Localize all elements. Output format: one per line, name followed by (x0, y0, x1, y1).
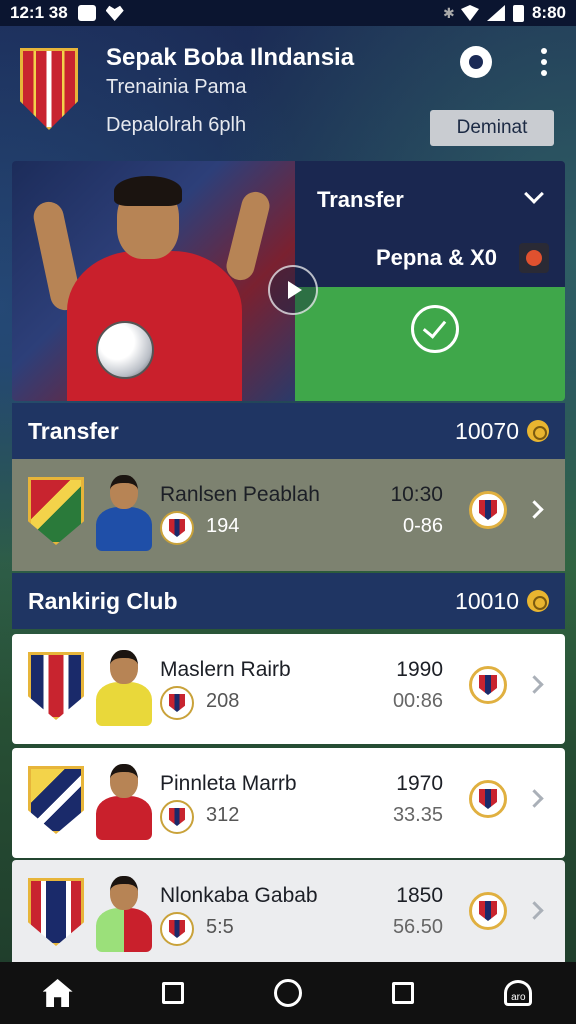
heart-icon (105, 5, 124, 21)
app-subtitle: Trenainia Pama (106, 76, 247, 98)
avatar (96, 650, 152, 726)
player-stat: 194 (206, 515, 240, 537)
club-score-secondary: 00:86 (392, 690, 443, 712)
hero-card: Transfer Pepna & X0 (12, 161, 565, 401)
status-bar: 12:1 38 ✱ 8:80 (0, 0, 576, 26)
club-round-badge-icon (469, 780, 507, 818)
player-score-secondary: 0-86 (402, 515, 443, 537)
record-icon (519, 243, 549, 273)
eye-icon (460, 46, 492, 78)
play-button[interactable] (268, 265, 318, 315)
football-icon (96, 321, 154, 379)
player-photo (12, 161, 295, 401)
profile-icon: aro (504, 980, 533, 1006)
club-stat: 208 (206, 690, 240, 712)
transfer-panel[interactable]: Transfer Pepna & X0 (295, 161, 565, 287)
home-icon (42, 979, 73, 1007)
signal-icon (486, 5, 505, 21)
avatar (96, 876, 152, 952)
club-round-badge-icon (469, 491, 507, 529)
club-stat: 312 (206, 804, 240, 826)
club-crest (28, 878, 84, 946)
club-stat: 5:5 (206, 916, 234, 938)
watch-button[interactable] (460, 46, 492, 78)
more-options-button[interactable] (528, 46, 560, 78)
ranking-row[interactable]: Pinnleta Marrb 312 1970 33.35 (12, 748, 565, 858)
check-circle-icon[interactable] (411, 305, 459, 353)
club-crest (28, 477, 84, 545)
club-score-secondary: 56.50 (392, 916, 443, 938)
nav-square[interactable] (143, 963, 203, 1023)
ranking-section-header: Rankirig Club 10010 (12, 573, 565, 629)
header-action-button[interactable]: Deminat (430, 110, 554, 146)
chevron-right-icon (525, 675, 544, 694)
chevron-right-icon (525, 789, 544, 808)
player-name: Ranlsen Peablah (160, 483, 320, 506)
nav-profile[interactable]: aro (488, 963, 548, 1023)
status-time: 12:1 38 (10, 3, 68, 22)
app-tagline: Depalolrah 6plh (106, 114, 247, 136)
club-badge-icon (160, 511, 194, 545)
app-title: Sepak Boba Ilndansia (106, 44, 355, 71)
avatar (96, 475, 152, 551)
coin-icon (527, 590, 549, 612)
club-logo (20, 48, 78, 130)
nav-circle[interactable] (258, 963, 318, 1023)
section-title: Rankirig Club (28, 587, 178, 614)
transfer-panel-value: Pepna & X0 (375, 245, 497, 270)
transfer-panel-title: Transfer (317, 187, 404, 212)
ranking-row[interactable]: Maslern Rairb 208 1990 00:86 (12, 634, 565, 744)
section-value: 10070 (455, 417, 519, 444)
circle-icon (273, 979, 302, 1007)
club-name: Maslern Rairb (160, 658, 291, 681)
transfer-row[interactable]: Ranlsen Peablah 194 10:30 0-86 (12, 459, 565, 571)
section-title: Transfer (28, 417, 119, 444)
recents-icon (392, 982, 415, 1004)
app-header: Sepak Boba Ilndansia Trenainia Pama Depa… (0, 26, 576, 156)
chevron-down-icon[interactable] (524, 184, 544, 204)
profile-label: aro (511, 992, 526, 1003)
club-crest (28, 766, 84, 834)
nav-home[interactable] (28, 963, 88, 1023)
club-score: 1990 (396, 658, 443, 681)
club-badge-icon (160, 912, 194, 946)
club-score: 1970 (396, 772, 443, 795)
square-icon (161, 982, 184, 1004)
coin-icon (527, 420, 549, 442)
wifi-icon (460, 5, 479, 21)
ranking-row[interactable]: Nlonkaba Gabab 5:5 1850 56.50 (12, 860, 565, 962)
club-name: Pinnleta Marrb (160, 772, 297, 795)
battery-icon (512, 4, 524, 22)
status-clock: 8:80 (531, 3, 566, 22)
club-badge-icon (160, 800, 194, 834)
chevron-right-icon (525, 901, 544, 920)
avatar (96, 764, 152, 840)
bluetooth-icon: ✱ (442, 5, 455, 21)
club-badge-icon (160, 686, 194, 720)
notification-icon (77, 5, 96, 21)
club-crest (28, 652, 84, 720)
club-round-badge-icon (469, 666, 507, 704)
club-round-badge-icon (469, 892, 507, 930)
player-score: 10:30 (390, 483, 443, 506)
bottom-navigation: aro (0, 962, 576, 1024)
more-vertical-icon (541, 48, 547, 76)
confirm-panel[interactable] (295, 287, 565, 401)
club-score-secondary: 33.35 (392, 804, 443, 826)
club-score: 1850 (396, 884, 443, 907)
section-value: 10010 (455, 587, 519, 614)
club-name: Nlonkaba Gabab (160, 884, 318, 907)
nav-recents[interactable] (373, 963, 433, 1023)
transfer-section-header: Transfer 10070 (12, 403, 565, 459)
chevron-right-icon (525, 500, 544, 519)
